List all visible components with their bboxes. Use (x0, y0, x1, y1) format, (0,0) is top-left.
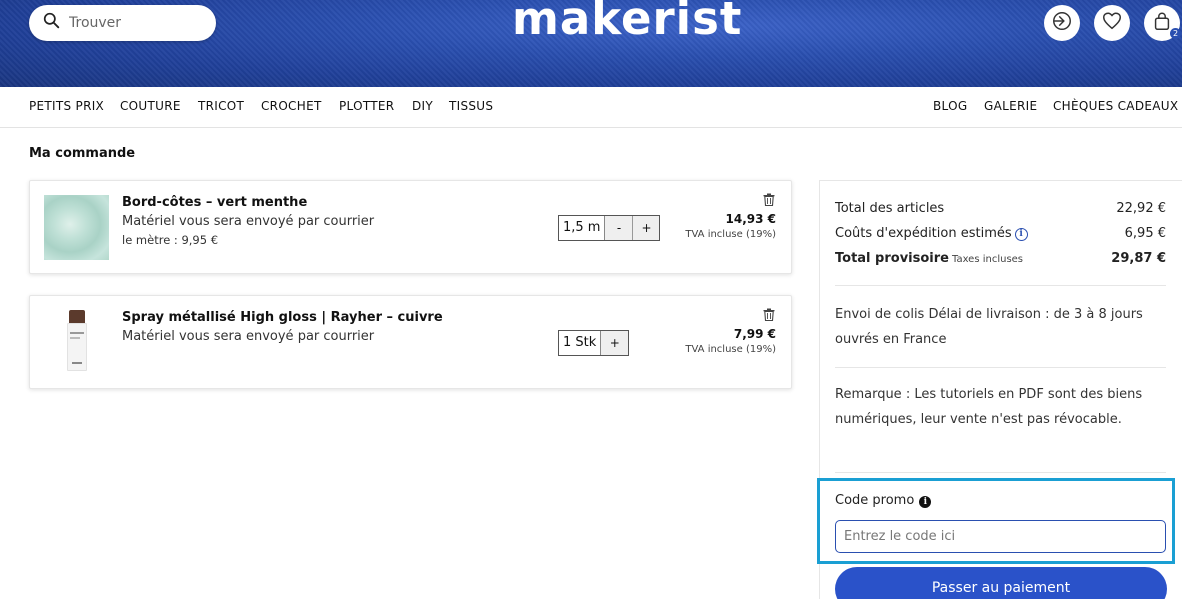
main-nav: PETITS PRIX COUTURE TRICOT CROCHET PLOTT… (0, 87, 1182, 128)
cart-count-badge: 2 (1170, 28, 1181, 39)
articles-total-row: Total des articles 22,92 € (835, 201, 1166, 216)
search-input[interactable] (69, 15, 199, 31)
shipping-row: Coûts d'expédition estimés i 6,95 € (835, 226, 1166, 241)
search-bar[interactable] (29, 5, 216, 41)
subtotal-value: 29,87 € (1111, 251, 1166, 266)
cart-item: Spray métallisé High gloss | Rayher – cu… (29, 295, 792, 389)
quantity-stepper: 1,5 m - + (558, 215, 661, 241)
trash-icon[interactable] (763, 308, 775, 322)
nav-diy[interactable]: DIY (412, 99, 433, 113)
item-shipping-note: Matériel vous sera envoyé par courrier (122, 214, 375, 229)
search-icon (43, 12, 60, 34)
nav-tissus[interactable]: TISSUS (449, 99, 493, 113)
divider (835, 285, 1166, 286)
nav-cheques-cadeaux[interactable]: CHÈQUES CADEAUX (1053, 99, 1178, 113)
decrease-quantity-button[interactable]: - (605, 216, 633, 240)
cart-item: Bord-côtes – vert menthe Matériel vous s… (29, 180, 792, 274)
item-unit-price: le mètre : 9,95 € (122, 233, 219, 247)
increase-quantity-button[interactable]: + (632, 216, 660, 240)
item-price: 7,99 € (733, 327, 776, 341)
info-icon[interactable]: i (1014, 228, 1028, 241)
nav-blog[interactable]: BLOG (933, 99, 967, 113)
item-vat-note: TVA incluse (19%) (685, 229, 776, 240)
item-title[interactable]: Spray métallisé High gloss | Rayher – cu… (122, 310, 443, 325)
site-header: makerist 2 (0, 0, 1182, 87)
item-title[interactable]: Bord-côtes – vert menthe (122, 195, 307, 210)
articles-total-label: Total des articles (835, 201, 945, 216)
divider (835, 472, 1166, 473)
shipping-value: 6,95 € (1124, 226, 1166, 241)
makerist-logo[interactable]: makerist (512, 0, 742, 45)
promo-code-input[interactable] (835, 520, 1166, 553)
subtotal-row: Total provisoire Taxes incluses 29,87 € (835, 251, 1166, 266)
item-shipping-note: Matériel vous sera envoyé par courrier (122, 329, 375, 344)
product-image[interactable] (44, 195, 109, 260)
info-icon[interactable]: i (919, 496, 932, 508)
shipping-label: Coûts d'expédition estimés (835, 226, 1012, 241)
quantity-value: 1,5 m (559, 216, 606, 240)
nav-petits-prix[interactable]: PETITS PRIX (29, 99, 104, 113)
trash-icon[interactable] (763, 193, 775, 207)
nav-tricot[interactable]: TRICOT (198, 99, 244, 113)
item-price: 14,93 € (725, 212, 776, 226)
wishlist-button[interactable] (1094, 5, 1130, 41)
nav-couture[interactable]: COUTURE (120, 99, 181, 113)
nav-galerie[interactable]: GALERIE (984, 99, 1037, 113)
articles-total-value: 22,92 € (1116, 201, 1166, 216)
product-image[interactable] (44, 310, 109, 375)
promo-code-section: Code promo i (817, 478, 1175, 564)
remark-text: Remarque : Les tutoriels en PDF sont des… (835, 387, 1143, 427)
login-button[interactable] (1044, 5, 1080, 41)
page-title: Ma commande (29, 146, 136, 161)
subtotal-label: Total provisoire (835, 251, 949, 266)
spray-can-image (66, 310, 87, 372)
cart-button[interactable]: 2 (1144, 5, 1181, 41)
item-vat-note: TVA incluse (19%) (685, 344, 776, 355)
login-icon (1051, 10, 1073, 37)
quantity-value: 1 Stk (559, 331, 602, 355)
increase-quantity-button[interactable]: + (601, 331, 629, 355)
heart-icon (1101, 10, 1123, 37)
promo-code-label: Code promo i (835, 493, 932, 508)
nav-crochet[interactable]: CROCHET (261, 99, 322, 113)
nav-plotter[interactable]: PLOTTER (339, 99, 394, 113)
divider (835, 367, 1166, 368)
checkout-button[interactable]: Passer au paiement (835, 567, 1167, 599)
taxes-note: Taxes incluses (951, 254, 1024, 265)
delivery-info: Envoi de colis Délai de livraison : de 3… (835, 307, 1143, 347)
quantity-stepper: 1 Stk + (558, 330, 630, 356)
